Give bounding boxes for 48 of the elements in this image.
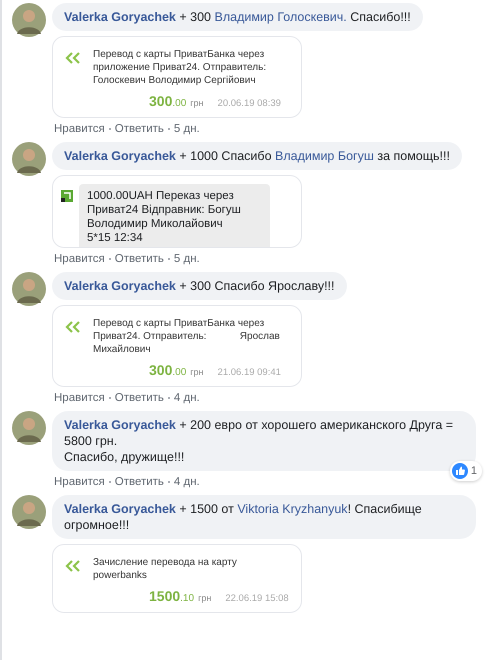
currency: грн [198, 593, 212, 603]
receipt-date: 20.06.19 08:39 [218, 98, 281, 109]
avatar[interactable] [12, 411, 46, 445]
chevron-icon [65, 560, 81, 572]
avatar[interactable] [12, 272, 46, 306]
sms-message: 1000.00UAH Переказ через Приват24 Відправник: Богуш Володимир Миколайович 5*15 12:34 [79, 184, 270, 247]
receipt-date: 21.06.19 09:41 [218, 367, 281, 378]
author-link[interactable]: Valerka Goryachek [64, 149, 176, 163]
avatar[interactable] [12, 142, 46, 176]
like-icon [452, 463, 468, 479]
timestamp: 5 дн. [174, 123, 200, 135]
reply-link[interactable]: Ответить [114, 253, 164, 265]
timestamp: 4 дн. [174, 392, 200, 404]
reply-link[interactable]: Ответить [114, 392, 164, 404]
amount: 300.00 [149, 93, 186, 111]
author-link[interactable]: Valerka Goryachek [64, 418, 176, 432]
like-link[interactable]: Нравится [54, 392, 105, 404]
chevron-icon [65, 321, 81, 333]
amount: 1500.10 [149, 588, 194, 606]
comment-text: Valerka Goryachek + 1000 Спасибо Владимир Богуш за помощь!!! [64, 148, 450, 164]
like-link[interactable]: Нравится [54, 123, 105, 135]
reply-link[interactable]: Ответить [114, 123, 164, 135]
timestamp: 5 дн. [174, 253, 200, 265]
avatar[interactable] [12, 495, 46, 529]
receipt-description: Перевод с карты ПриватБанка через Приват24. Отправитель: Ярослав Михайлович [93, 317, 281, 356]
avatar[interactable] [12, 3, 46, 37]
like-link[interactable]: Нравится [54, 476, 105, 488]
receipt-description: Перевод с карты ПриватБанка через приложение Приват24. Отправитель: Голоскевич Володимир Сергійович [93, 48, 268, 87]
currency: грн [190, 98, 204, 108]
comment-text: Valerka Goryachek + 1500 от Viktoria Kryzhanyuk! Спасибище огромное!!! [64, 501, 423, 533]
mention-link[interactable]: Viktoria Kryzhanyuk [237, 502, 348, 516]
mention-link[interactable]: Владимир Богуш [275, 149, 374, 163]
mention-link[interactable]: Владимир Голоскевич. [214, 10, 347, 24]
receipt-description: Зачисление перевода на карту powerbanks [93, 556, 238, 582]
app-icon [61, 190, 73, 202]
author-link[interactable]: Valerka Goryachek [64, 10, 176, 24]
amount: 300.00 [149, 362, 186, 380]
comment-text: Valerka Goryachek + 300 Владимир Голоскевич. Спасибо!!! [64, 9, 411, 25]
timestamp: 4 дн. [174, 476, 200, 488]
reaction-count[interactable]: 1 [450, 461, 482, 481]
like-link[interactable]: Нравится [54, 253, 105, 265]
reply-link[interactable]: Ответить [114, 476, 164, 488]
author-link[interactable]: Valerka Goryachek [64, 279, 176, 293]
comment-text: Valerka Goryachek + 300 Спасибо Ярославу!!! [64, 278, 335, 294]
currency: грн [190, 367, 204, 377]
receipt-date: 22.06.19 15:08 [225, 593, 289, 604]
chevron-icon [65, 52, 81, 64]
author-link[interactable]: Valerka Goryachek [64, 502, 176, 516]
